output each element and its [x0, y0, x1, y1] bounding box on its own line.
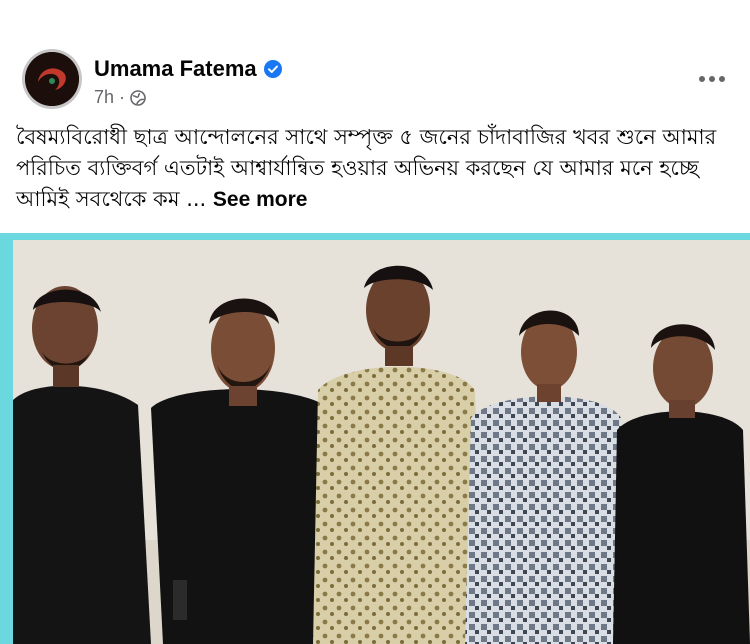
more-options-icon	[699, 76, 705, 82]
post-meta: 7h ·	[94, 87, 146, 108]
author-name[interactable]: Umama Fatema	[94, 56, 257, 82]
meta-separator: ·	[119, 87, 126, 107]
avatar-image	[25, 52, 79, 106]
globe-icon[interactable]	[130, 89, 146, 106]
see-more-link[interactable]: See more	[213, 188, 308, 211]
facebook-post: Umama Fatema 7h · বৈষম্যবিরোধী ছাত্র আন্…	[0, 0, 750, 644]
post-photo[interactable]	[13, 240, 750, 644]
post-body: বৈষম্যবিরোধী ছাত্র আন্দোলনের সাথে সম্পৃক…	[16, 125, 717, 211]
verified-badge-icon	[263, 60, 282, 78]
timestamp[interactable]: 7h	[94, 87, 114, 108]
avatar[interactable]	[22, 49, 82, 109]
post-text: বৈষম্যবিরোধী ছাত্র আন্দোলনের সাথে সম্পৃক…	[16, 122, 741, 215]
post-photo-frame[interactable]	[0, 233, 750, 644]
author-row: Umama Fatema	[94, 56, 282, 82]
more-options-button[interactable]	[694, 64, 730, 94]
